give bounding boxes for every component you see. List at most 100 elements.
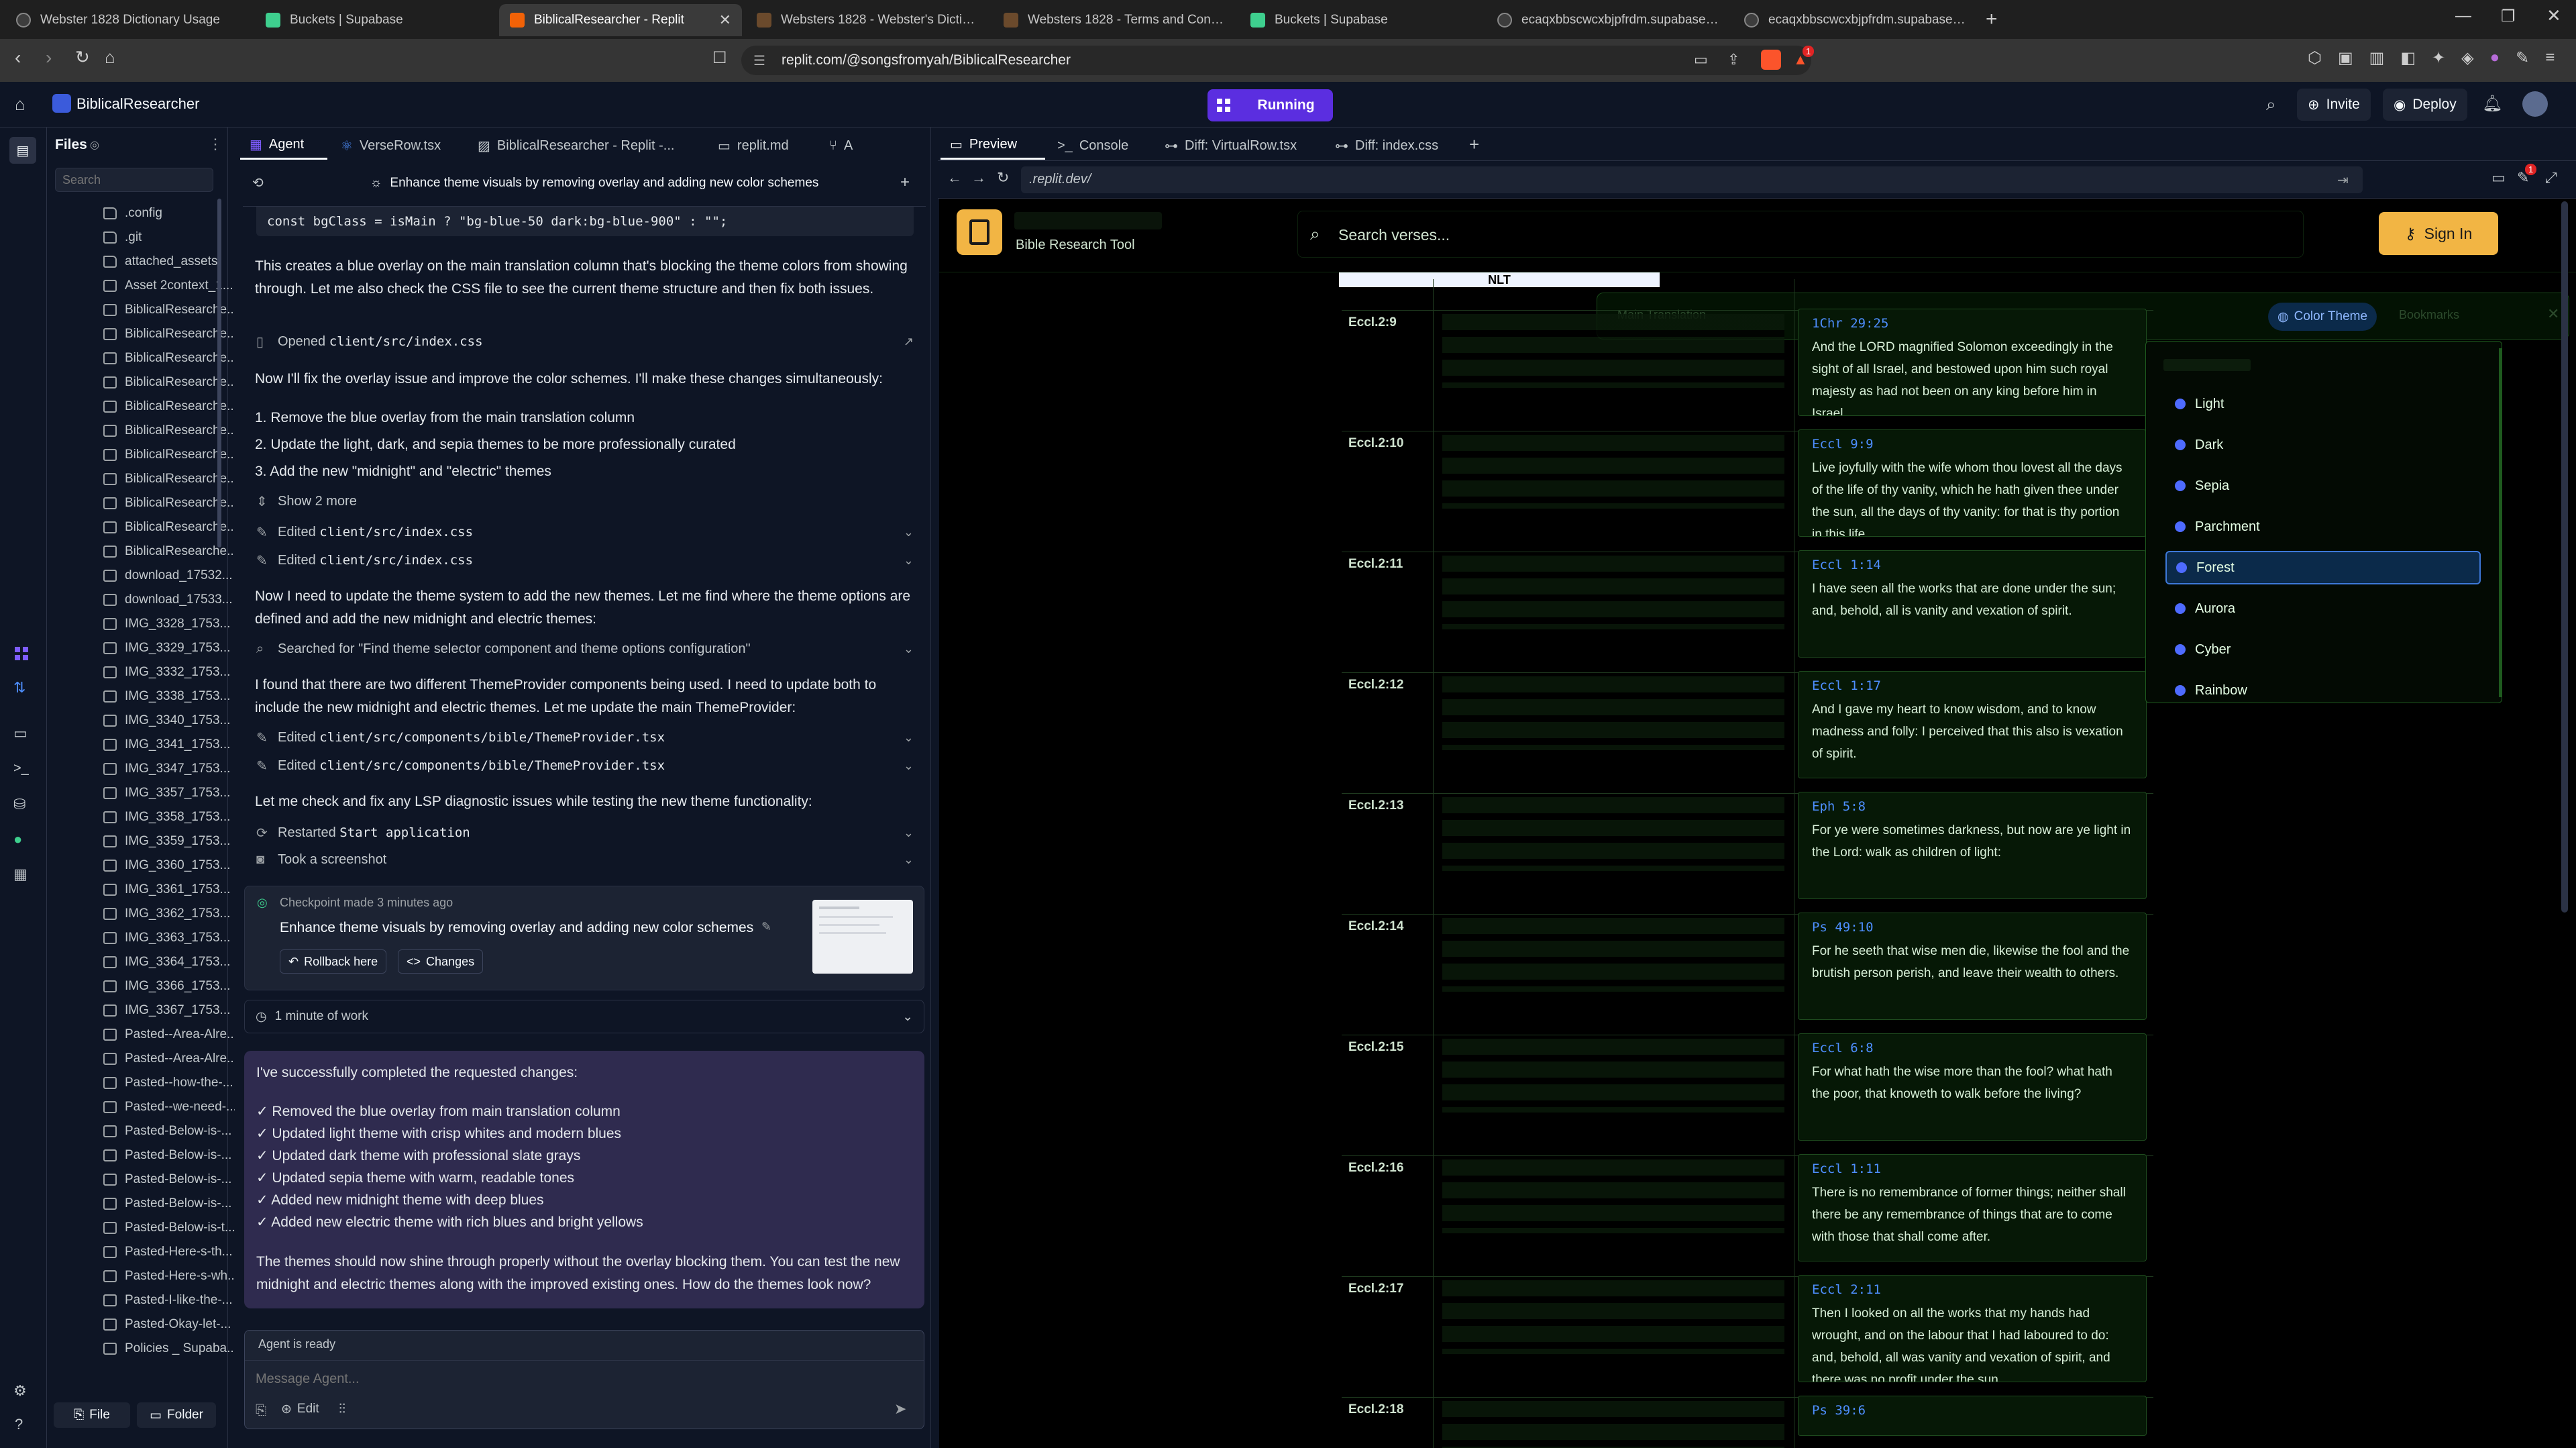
close-tab-icon[interactable]: ✕ (719, 11, 731, 29)
preview-scrollbar[interactable] (2561, 201, 2568, 913)
home-icon[interactable]: ⌂ (15, 94, 25, 115)
cross-reference-ref[interactable]: Eccl 2:11 (1812, 1282, 2133, 1297)
cross-reference-ref[interactable]: Ps 39:6 (1812, 1403, 2133, 1418)
toolbar-color-theme[interactable]: ◍ Color Theme (2268, 303, 2377, 331)
tab-file[interactable]: ⑂ A (820, 132, 867, 160)
address-bar[interactable]: ☰ replit.com/@songsfromyah/BiblicalResea… (741, 46, 1815, 75)
verse-search-box[interactable]: ⌕ Search verses... (1297, 211, 2304, 258)
run-grid-icon[interactable] (1208, 89, 1240, 121)
verse-ref[interactable]: Eccl.2:12 (1348, 678, 1403, 692)
avatar[interactable] (2522, 91, 2548, 117)
cross-reference-card[interactable]: Eccl 1:17 And I gave my heart to know wis… (1798, 671, 2147, 778)
tool-edited[interactable]: ✎ Edited client/src/components/bible/Them… (256, 725, 914, 750)
cross-reference-ref[interactable]: Eccl 1:14 (1812, 558, 2133, 572)
deploy-button[interactable]: ◉ Deploy (2383, 89, 2467, 121)
share-icon[interactable]: ⇪ (1727, 51, 1739, 68)
settings-icon[interactable]: ⚙ (13, 1382, 27, 1400)
site-info-icon[interactable]: ☰ (753, 52, 765, 69)
sidebar-toggle-icon[interactable]: ▥ (2369, 48, 2385, 68)
tab-file[interactable]: ▭ replit.md (708, 132, 816, 160)
rollback-button[interactable]: ↶ Rollback here (280, 949, 387, 974)
extension-icon[interactable]: ⬡ (2308, 48, 2322, 68)
new-file-button[interactable]: ⎘ File (54, 1402, 130, 1428)
pencil-icon[interactable]: ✎ (761, 920, 771, 934)
browser-tab[interactable]: Webster 1828 Dictionary Usage (5, 4, 247, 36)
tool-searched[interactable]: ⌕ Searched for "Find theme selector compo… (256, 636, 914, 662)
cross-reference-ref[interactable]: Eccl 9:9 (1812, 437, 2133, 452)
files-search-input[interactable] (55, 168, 213, 192)
changes-button[interactable]: <> Changes (398, 949, 484, 974)
verse-ref[interactable]: Eccl.2:13 (1348, 798, 1403, 813)
browser-tab[interactable]: Buckets | Supabase (255, 4, 496, 36)
agent-message-input[interactable] (256, 1365, 913, 1392)
tool-edited[interactable]: ✎ Edited client/src/index.css ⌄ (256, 519, 914, 545)
cross-reference-ref[interactable]: Ps 49:10 (1812, 920, 2133, 935)
edit-mode-button[interactable]: ⊛ Edit (281, 1402, 319, 1417)
tab-diff[interactable]: ⊶ Diff: VirtualRow.tsx (1155, 132, 1323, 160)
column-header-nlt[interactable]: NLT (1339, 272, 1660, 287)
tool-opened[interactable]: ▯ Opened client/src/index.css ↗ (256, 329, 914, 354)
cross-reference-card[interactable]: Ps 39:6 (1798, 1396, 2147, 1436)
console-icon[interactable]: >_ (13, 761, 29, 776)
extension-icon[interactable]: ▣ (2338, 48, 2353, 68)
git-icon[interactable]: ⇅ (13, 679, 25, 696)
browser-tab[interactable]: Websters 1828 - Terms and Conditions (993, 4, 1236, 36)
verse-ref[interactable]: Eccl.2:18 (1348, 1402, 1403, 1417)
chevron-down-icon[interactable]: ⌄ (904, 554, 914, 568)
dropdown-scrollbar[interactable] (2499, 348, 2502, 697)
chevron-down-icon[interactable]: ⌄ (904, 759, 914, 773)
chevron-down-icon[interactable]: ⌄ (904, 731, 914, 745)
cross-reference-ref[interactable]: Eccl 6:8 (1812, 1041, 2133, 1055)
open-external-icon[interactable]: ↗ (904, 335, 914, 349)
history-icon[interactable]: ⟲ (252, 174, 264, 191)
chevron-down-icon[interactable]: ⌄ (904, 525, 914, 539)
files-menu-icon[interactable]: ⋮ (208, 136, 223, 153)
cross-reference-card[interactable]: Eccl 1:14 I have seen all the works that … (1798, 550, 2147, 658)
theme-option-aurora[interactable]: Aurora (2165, 592, 2481, 625)
menu-icon[interactable]: ≡ (2545, 48, 2555, 68)
minimize-icon[interactable]: — (2455, 7, 2471, 25)
files-scrollbar[interactable] (217, 199, 221, 548)
verse-ref[interactable]: Eccl.2:9 (1348, 315, 1397, 330)
verse-ref[interactable]: Eccl.2:15 (1348, 1040, 1403, 1055)
extension-icon[interactable]: ● (2490, 48, 2500, 68)
verse-ref[interactable]: Eccl.2:10 (1348, 436, 1403, 451)
settings-sliders-icon[interactable]: ⫶⫶ (339, 1402, 345, 1417)
cross-reference-ref[interactable]: Eccl 1:17 (1812, 678, 2133, 693)
devices-icon[interactable]: ▭ (2491, 169, 2506, 187)
database-icon[interactable]: ⛁ (13, 796, 25, 813)
leo-ai-icon[interactable]: ✦ (2432, 48, 2445, 68)
cross-reference-ref[interactable]: Eph 5:8 (1812, 799, 2133, 814)
tool-restarted[interactable]: ⟳ Restarted Start application ⌄ (256, 820, 914, 845)
theme-option-parchment[interactable]: Parchment (2165, 510, 2481, 544)
theme-option-dark[interactable]: Dark (2165, 428, 2481, 462)
secrets-icon[interactable]: ● (13, 831, 22, 848)
cross-reference-ref[interactable]: 1Chr 29:25 (1812, 316, 2133, 331)
thread-title[interactable]: ☼ Enhance theme visuals by removing overl… (370, 176, 818, 191)
work-duration-row[interactable]: ◷ 1 minute of work ⌄ (244, 1000, 924, 1033)
checkpoint-thumbnail[interactable] (812, 900, 913, 974)
expand-icon[interactable]: ⤢ (2545, 169, 2557, 187)
notifications-icon[interactable]: 🔔︎ (2482, 94, 2502, 113)
verse-ref[interactable]: Eccl.2:11 (1348, 557, 1403, 572)
cross-reference-card[interactable]: Eccl 1:11 There is no remembrance of form… (1798, 1154, 2147, 1261)
new-chat-icon[interactable]: + (900, 173, 910, 192)
browser-tab[interactable]: ecaqxbbscwcxbjpfrdm.supabase.co/ (1487, 4, 1729, 36)
home-icon[interactable]: ⌂ (105, 47, 115, 68)
agent-icon[interactable] (12, 644, 31, 663)
help-icon[interactable]: ? (15, 1416, 23, 1433)
preview-url-input[interactable]: .replit.dev/ ⇥ (1021, 166, 2363, 193)
bookmark-icon[interactable]: ☐ (712, 48, 727, 68)
close-window-icon[interactable]: ✕ (2546, 5, 2561, 26)
tool-edited[interactable]: ✎ Edited client/src/components/bible/Them… (256, 753, 914, 778)
run-status-button[interactable]: Running (1239, 89, 1333, 121)
show-more-button[interactable]: ⇕ Show 2 more (256, 488, 914, 514)
reload-icon[interactable]: ↻ (997, 169, 1009, 187)
search-icon[interactable]: ⌕ (2266, 94, 2276, 115)
theme-option-forest[interactable]: Forest (2165, 551, 2481, 584)
tab-agent[interactable]: ▦ Agent (240, 132, 327, 160)
toolbar-bookmarks[interactable]: Bookmarks (2399, 308, 2459, 322)
reload-icon[interactable]: ↻ (75, 47, 90, 68)
back-icon[interactable]: ‹ (15, 47, 21, 68)
verse-ref[interactable]: Eccl.2:16 (1348, 1161, 1403, 1176)
